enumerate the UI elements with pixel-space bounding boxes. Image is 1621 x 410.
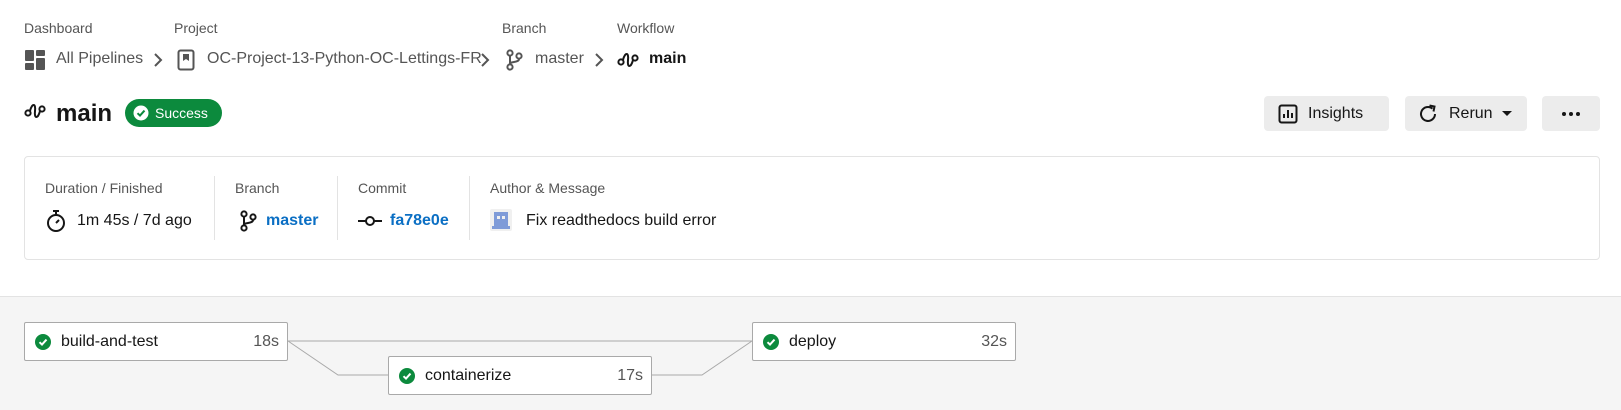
workflow-icon [24,104,46,118]
job-duration: 32s [981,332,1007,350]
connector-containerize-to-deploy [652,340,753,376]
chevron-right-icon [154,53,163,67]
job-name: build-and-test [61,332,158,350]
workflow-icon [617,53,639,67]
job-card[interactable]: build-and-test 18s [24,322,288,361]
page-title: main [56,100,113,127]
breadcrumb-all-pipelines-link[interactable]: All Pipelines [56,50,143,68]
more-icon [1562,111,1580,116]
avatar [490,209,512,231]
breadcrumb-project-label: Project [174,20,218,36]
rerun-button[interactable]: Rerun [1405,96,1527,131]
breadcrumb-workflow-current: main [649,50,687,67]
summary-divider [469,176,470,240]
check-circle-icon [35,333,51,350]
connector-build-to-containerize [287,340,388,376]
pipeline-summary-card [24,156,1600,260]
commit-label: Commit [358,180,407,196]
insights-button[interactable]: Insights [1264,96,1389,131]
job-name: deploy [789,332,837,350]
status-badge-label: Success [155,105,208,121]
commit-message: Fix readthedocs build error [526,212,717,229]
summary-divider [337,176,338,240]
rerun-button-label: Rerun [1449,104,1493,122]
commit-link[interactable]: fa78e0e [390,212,449,230]
summary-divider [214,176,215,240]
duration-label: Duration / Finished [45,180,163,196]
branch-icon [506,49,523,71]
author-message-label: Author & Message [490,180,606,196]
job-name: containerize [425,366,512,384]
rerun-icon [1420,104,1436,122]
check-circle-icon [133,105,149,121]
more-button[interactable] [1542,96,1600,131]
check-circle-icon [763,333,779,350]
caret-down-icon [1501,110,1512,116]
breadcrumb-workflow-label: Workflow [617,20,675,36]
dashboard-icon [25,50,45,70]
chevron-right-icon [595,53,604,67]
summary-branch-link[interactable]: master [266,212,318,230]
duration-value: 1m 45s / 7d ago [77,212,192,229]
insights-icon [1278,104,1298,123]
branch-icon [240,210,257,232]
insights-button-label: Insights [1308,104,1364,122]
breadcrumb-branch-link[interactable]: master [535,50,584,68]
breadcrumb-project-link[interactable]: OC-Project-13-Python-OC-Lettings-FR [207,50,482,68]
check-circle-icon [399,367,415,384]
job-card[interactable]: deploy 32s [752,322,1016,361]
project-icon [177,49,195,71]
stopwatch-icon [47,210,65,232]
breadcrumb-dashboard-label: Dashboard [24,20,93,36]
summary-branch-label: Branch [235,180,280,196]
job-card[interactable]: containerize 17s [388,356,652,395]
breadcrumb-branch-label: Branch [502,20,547,36]
chevron-right-icon [481,53,490,67]
job-duration: 17s [617,366,643,384]
status-badge: Success [125,99,222,127]
commit-icon [358,216,382,226]
job-duration: 18s [253,332,279,350]
